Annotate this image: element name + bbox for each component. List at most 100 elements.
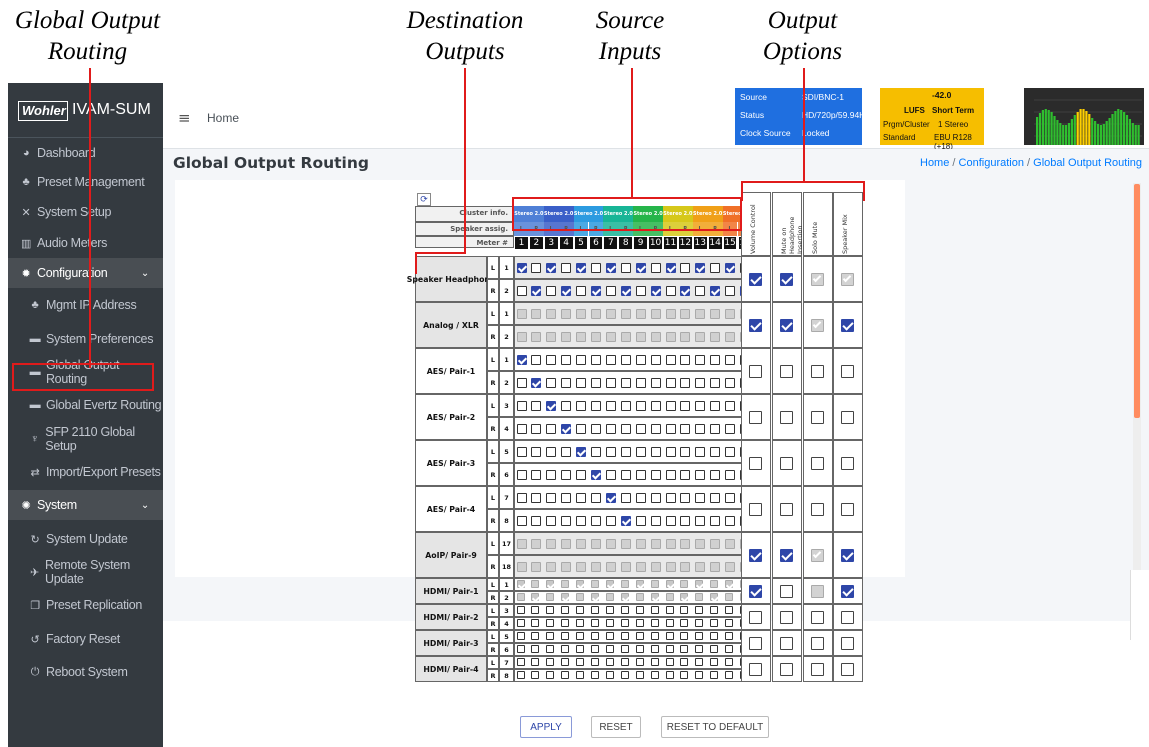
route-checkbox[interactable] <box>635 469 646 480</box>
route-checkbox[interactable] <box>620 423 631 434</box>
route-checkbox[interactable] <box>576 657 585 666</box>
route-checkbox[interactable] <box>710 423 721 434</box>
route-checkbox[interactable] <box>516 515 527 526</box>
route-checkbox[interactable] <box>561 423 572 434</box>
option-checkbox[interactable] <box>780 585 793 598</box>
route-checkbox[interactable] <box>635 631 644 640</box>
route-checkbox[interactable] <box>695 285 706 296</box>
route-checkbox[interactable] <box>591 605 599 614</box>
route-checkbox[interactable] <box>635 262 646 273</box>
route-checkbox[interactable] <box>635 605 644 614</box>
route-checkbox[interactable] <box>620 657 629 666</box>
route-checkbox[interactable] <box>665 469 676 480</box>
option-checkbox[interactable] <box>749 585 762 598</box>
route-checkbox[interactable] <box>665 644 674 653</box>
sidebar-item-system-update[interactable]: ↻ System Update <box>8 524 163 554</box>
option-checkbox[interactable] <box>811 611 824 624</box>
route-checkbox[interactable] <box>725 423 736 434</box>
sidebar-item-reboot-system[interactable]: ⏻ Reboot System <box>8 657 163 687</box>
route-checkbox[interactable] <box>635 285 646 296</box>
route-checkbox[interactable] <box>531 285 542 296</box>
route-checkbox[interactable] <box>605 285 616 296</box>
route-checkbox[interactable] <box>546 285 557 296</box>
route-checkbox[interactable] <box>680 354 691 365</box>
route-checkbox[interactable] <box>591 446 601 457</box>
route-checkbox[interactable] <box>650 446 661 457</box>
route-checkbox[interactable] <box>546 670 555 679</box>
route-checkbox[interactable] <box>576 285 587 296</box>
route-checkbox[interactable] <box>591 515 601 526</box>
route-checkbox[interactable] <box>561 670 570 679</box>
route-checkbox[interactable] <box>695 670 704 679</box>
option-checkbox[interactable] <box>780 549 793 562</box>
route-checkbox[interactable] <box>725 446 736 457</box>
home-link[interactable]: Home <box>207 111 239 125</box>
route-checkbox[interactable] <box>650 377 661 388</box>
route-checkbox[interactable] <box>710 631 719 640</box>
route-checkbox[interactable] <box>650 605 659 614</box>
route-checkbox[interactable] <box>546 446 557 457</box>
sidebar-item-configuration[interactable]: ✹ Configuration ⌄ <box>8 258 163 288</box>
option-checkbox[interactable] <box>749 365 762 378</box>
option-checkbox[interactable] <box>749 457 762 470</box>
route-checkbox[interactable] <box>546 262 557 273</box>
route-checkbox[interactable] <box>576 469 587 480</box>
route-checkbox[interactable] <box>725 605 734 614</box>
route-checkbox[interactable] <box>516 446 527 457</box>
route-checkbox[interactable] <box>531 644 540 653</box>
route-checkbox[interactable] <box>620 285 631 296</box>
route-checkbox[interactable] <box>546 354 557 365</box>
route-checkbox[interactable] <box>665 377 676 388</box>
route-checkbox[interactable] <box>591 469 601 480</box>
route-checkbox[interactable] <box>710 262 721 273</box>
route-checkbox[interactable] <box>725 515 736 526</box>
sidebar-item-preset-management[interactable]: ♣ Preset Management <box>8 167 163 197</box>
menu-icon[interactable]: ≡ <box>178 109 191 127</box>
route-checkbox[interactable] <box>546 618 555 627</box>
route-checkbox[interactable] <box>725 262 736 273</box>
route-checkbox[interactable] <box>650 469 661 480</box>
route-checkbox[interactable] <box>635 377 646 388</box>
option-checkbox[interactable] <box>811 637 824 650</box>
route-checkbox[interactable] <box>620 605 629 614</box>
route-checkbox[interactable] <box>546 644 555 653</box>
route-checkbox[interactable] <box>605 631 614 640</box>
route-checkbox[interactable] <box>561 446 572 457</box>
sidebar-item-dashboard[interactable]: ◕ Dashboard <box>8 138 163 168</box>
option-checkbox[interactable] <box>841 457 854 470</box>
route-checkbox[interactable] <box>650 354 661 365</box>
refresh-icon[interactable]: ⟳ <box>417 193 431 206</box>
route-checkbox[interactable] <box>725 670 734 679</box>
route-checkbox[interactable] <box>546 377 557 388</box>
option-checkbox[interactable] <box>780 611 793 624</box>
route-checkbox[interactable] <box>605 400 616 411</box>
route-checkbox[interactable] <box>576 631 585 640</box>
route-checkbox[interactable] <box>650 492 661 503</box>
route-checkbox[interactable] <box>680 492 691 503</box>
route-checkbox[interactable] <box>591 354 601 365</box>
route-checkbox[interactable] <box>516 631 525 640</box>
route-checkbox[interactable] <box>680 423 691 434</box>
route-checkbox[interactable] <box>591 618 599 627</box>
route-checkbox[interactable] <box>531 354 542 365</box>
breadcrumb-home[interactable]: Home <box>920 157 949 169</box>
route-checkbox[interactable] <box>516 670 525 679</box>
route-checkbox[interactable] <box>665 670 674 679</box>
route-checkbox[interactable] <box>576 670 585 679</box>
route-checkbox[interactable] <box>620 631 629 640</box>
route-checkbox[interactable] <box>635 515 646 526</box>
option-checkbox[interactable] <box>841 319 854 332</box>
option-checkbox[interactable] <box>841 365 854 378</box>
route-checkbox[interactable] <box>531 262 542 273</box>
route-checkbox[interactable] <box>680 605 689 614</box>
route-checkbox[interactable] <box>531 423 542 434</box>
route-checkbox[interactable] <box>725 492 736 503</box>
route-checkbox[interactable] <box>650 631 659 640</box>
route-checkbox[interactable] <box>620 377 631 388</box>
route-checkbox[interactable] <box>576 354 587 365</box>
sidebar-item-sfp-2110-global-setup[interactable]: ♆ SFP 2110 Global Setup <box>8 424 163 454</box>
route-checkbox[interactable] <box>591 377 601 388</box>
option-checkbox[interactable] <box>749 637 762 650</box>
route-checkbox[interactable] <box>605 354 616 365</box>
route-checkbox[interactable] <box>531 605 540 614</box>
